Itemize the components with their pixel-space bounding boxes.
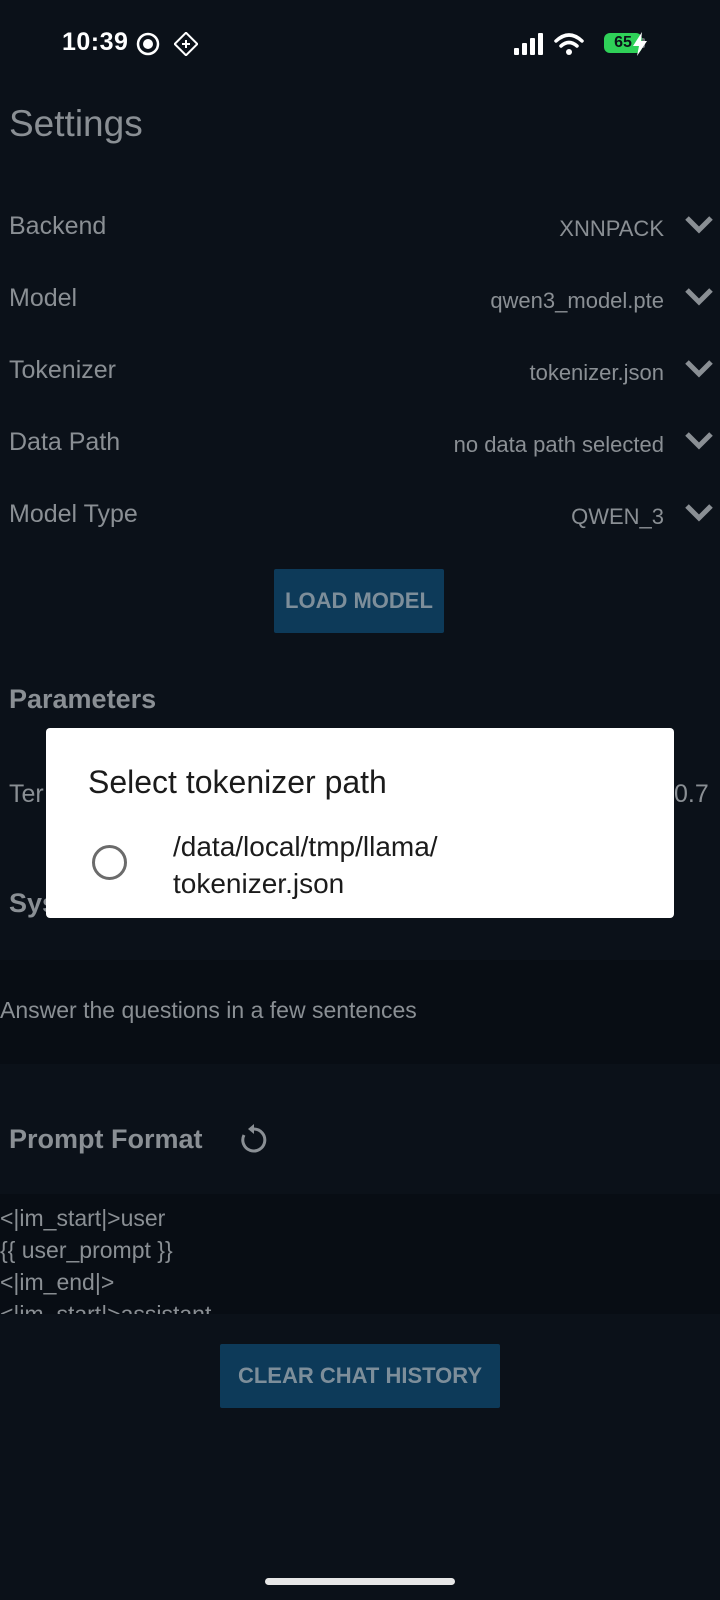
chevron-down-icon[interactable]	[684, 286, 714, 308]
temperature-value[interactable]: 0.7	[674, 780, 709, 809]
record-icon	[136, 32, 160, 56]
page-title: Settings	[9, 103, 143, 144]
data-path-value[interactable]: no data path selected	[454, 432, 664, 458]
chevron-down-icon[interactable]	[684, 214, 714, 236]
reset-icon[interactable]	[238, 1124, 270, 1156]
model-type-label: Model Type	[9, 500, 138, 528]
chevron-down-icon[interactable]	[684, 430, 714, 452]
sync-icon	[174, 32, 198, 56]
charging-icon	[633, 32, 647, 56]
backend-label: Backend	[9, 212, 107, 240]
status-time: 10:39	[62, 28, 129, 56]
radio-button[interactable]	[92, 845, 127, 880]
tokenizer-label: Tokenizer	[9, 356, 116, 384]
model-label: Model	[9, 284, 78, 312]
wifi-icon	[554, 33, 584, 55]
prompt-format-title: Prompt Format	[9, 1124, 203, 1154]
option-line-1: /data/local/tmp/llama/	[173, 831, 438, 862]
prompt-line: <|im_start|>user	[0, 1205, 166, 1231]
clear-chat-history-button[interactable]: CLEAR CHAT HISTORY	[220, 1344, 500, 1408]
dialog-option-path[interactable]: /data/local/tmp/llama/ tokenizer.json	[173, 828, 593, 902]
prompt-format-field[interactable]: <|im_start|>user {{ user_prompt }} <|im_…	[0, 1194, 720, 1314]
prompt-line: <|im_end|>	[0, 1269, 115, 1295]
model-value[interactable]: qwen3_model.pte	[490, 288, 664, 314]
data-path-label: Data Path	[9, 428, 121, 456]
signal-icon	[514, 33, 543, 55]
home-indicator[interactable]	[265, 1578, 455, 1585]
chevron-down-icon[interactable]	[684, 358, 714, 380]
tokenizer-dialog: Select tokenizer path /data/local/tmp/ll…	[46, 728, 674, 918]
dialog-title: Select tokenizer path	[88, 764, 387, 800]
backend-value[interactable]: XNNPACK	[559, 216, 664, 242]
tokenizer-value[interactable]: tokenizer.json	[529, 360, 664, 386]
system-prompt-text: Answer the questions in a few sentences	[0, 997, 417, 1023]
prompt-line: <|im_start|>assistant	[0, 1301, 212, 1314]
load-model-button[interactable]: LOAD MODEL	[274, 569, 444, 633]
chevron-down-icon[interactable]	[684, 502, 714, 524]
temperature-label: Ter	[9, 780, 44, 808]
option-line-2: tokenizer.json	[173, 868, 345, 899]
system-prompt-field[interactable]: Answer the questions in a few sentences	[0, 960, 720, 1064]
parameters-title: Parameters	[9, 684, 157, 714]
prompt-line: {{ user_prompt }}	[0, 1237, 173, 1263]
model-type-value[interactable]: QWEN_3	[571, 504, 664, 530]
